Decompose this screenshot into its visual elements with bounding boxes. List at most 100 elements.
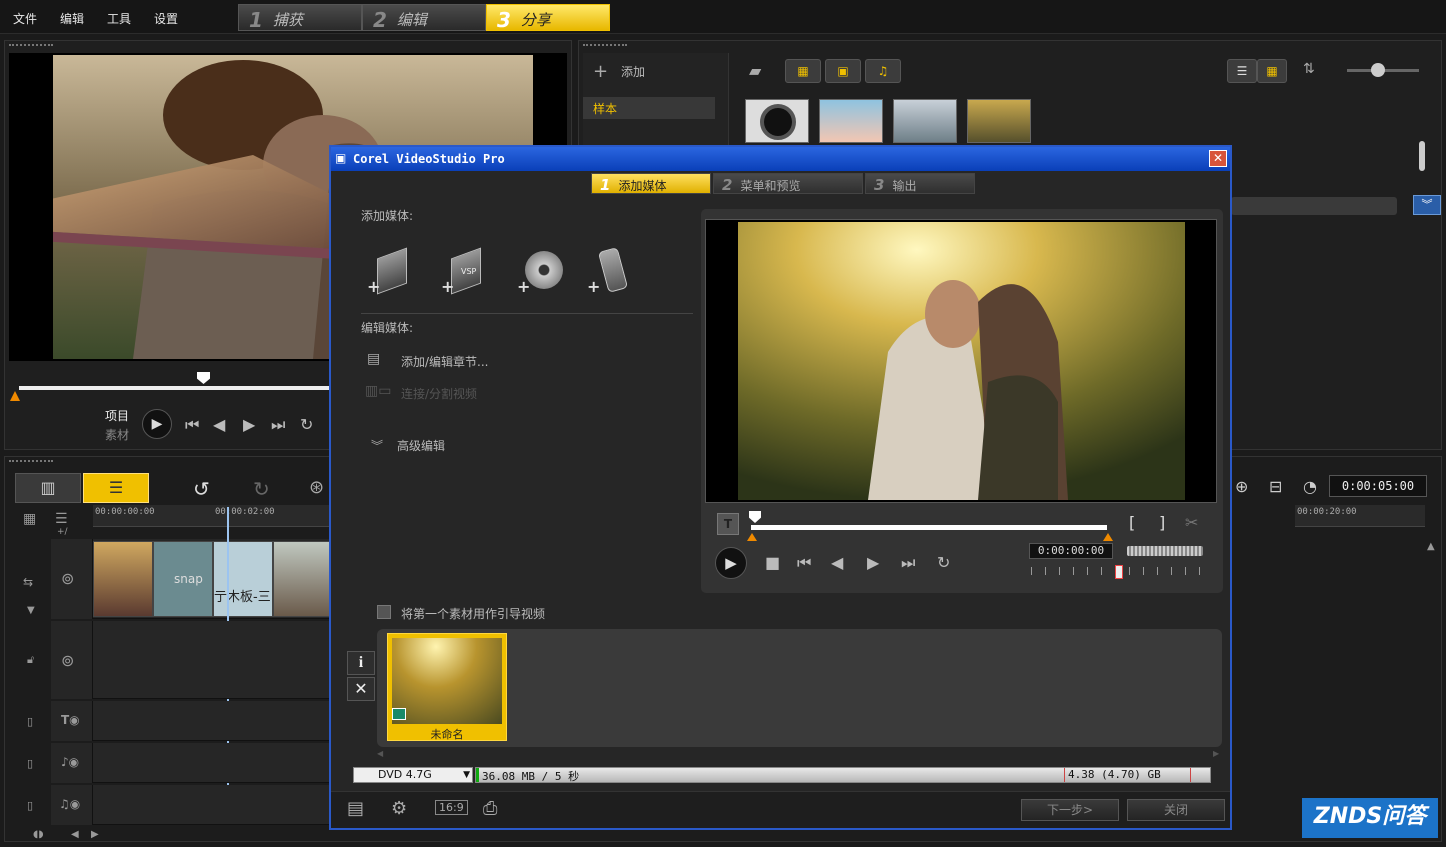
dialog-trim-start[interactable]: [747, 533, 757, 541]
library-item-boat[interactable]: [893, 99, 957, 143]
thumbnail-view-icon[interactable]: ▦: [1257, 59, 1287, 83]
dialog-repeat-icon[interactable]: ↻: [937, 553, 950, 572]
library-folder-sample[interactable]: 样本: [583, 97, 715, 119]
dialog-home-icon[interactable]: ⏮: [797, 553, 811, 573]
timeline-clip-2[interactable]: snap: [153, 541, 213, 617]
chapter-link[interactable]: 添加/编辑章节...: [401, 353, 489, 370]
next-frame-icon[interactable]: ▶: [243, 415, 255, 434]
dialog-tab-output[interactable]: 3 输出: [865, 173, 975, 194]
video-filter-icon[interactable]: ▦: [785, 59, 821, 83]
repeat-icon[interactable]: ↻: [300, 415, 313, 434]
scroll-right-icon[interactable]: ▶: [91, 829, 99, 840]
shuttle-handle[interactable]: [1115, 565, 1123, 579]
zoom-fit-icon[interactable]: ◖◗: [33, 829, 44, 840]
dialog-prev-frame-icon[interactable]: ◀: [831, 553, 843, 572]
scissors-icon[interactable]: ✂: [1185, 513, 1198, 532]
media-clip-item[interactable]: 未命名: [387, 633, 507, 741]
timeline-clip-4[interactable]: [273, 541, 333, 617]
record-icon[interactable]: ⊛: [309, 477, 324, 498]
overlay-add-label[interactable]: +/: [57, 527, 68, 537]
collapse-icon[interactable]: ▼: [27, 605, 35, 616]
project-mode-label[interactable]: 项目: [105, 407, 129, 424]
join-split-link[interactable]: 连接/分割视频: [401, 385, 477, 402]
timeline-view-button[interactable]: ☰: [83, 473, 149, 503]
tray-scroll-left-icon[interactable]: ◀: [377, 749, 383, 758]
settings-gear-icon[interactable]: ⚙: [391, 798, 407, 819]
title-overlay-icon[interactable]: T: [717, 513, 739, 535]
expand-chevron-icon[interactable]: ︾: [371, 437, 383, 454]
menu-file[interactable]: 文件: [13, 10, 37, 27]
project-duration[interactable]: 0:00:05:00: [1329, 475, 1427, 497]
track-visibility-icon[interactable]: ⇆: [23, 575, 33, 589]
clip-mode-label[interactable]: 素材: [105, 426, 129, 443]
stop-icon[interactable]: ■: [765, 553, 780, 572]
scroll-left-icon[interactable]: ◀: [71, 829, 79, 840]
folder-icon[interactable]: ▰: [749, 61, 761, 80]
mark-in-icon[interactable]: [: [1129, 513, 1135, 532]
close-button[interactable]: 关闭: [1127, 799, 1225, 821]
add-video-button[interactable]: +: [367, 247, 415, 296]
title-lock-icon[interactable]: ▯: [27, 715, 33, 728]
delete-clip-button[interactable]: ✕: [347, 677, 375, 701]
library-item-cartoon[interactable]: [819, 99, 883, 143]
add-disc-button[interactable]: +: [517, 247, 565, 296]
dialog-timecode[interactable]: 0:00:00:00: [1029, 543, 1113, 559]
menu-template-icon[interactable]: ▤: [347, 798, 364, 819]
next-button[interactable]: 下一步>: [1021, 799, 1119, 821]
track-manager-icon[interactable]: ▦: [23, 511, 36, 527]
prev-frame-icon[interactable]: ◀: [213, 415, 225, 434]
play-button[interactable]: ▶: [142, 409, 172, 439]
step-edit[interactable]: 2 编辑: [362, 4, 486, 32]
jog-wheel[interactable]: [1127, 546, 1203, 556]
storyboard-view-button[interactable]: ▥: [15, 473, 81, 503]
menu-edit[interactable]: 编辑: [60, 10, 84, 27]
step-capture[interactable]: 1 捕获: [238, 4, 362, 32]
library-scrollbar[interactable]: [1419, 141, 1425, 171]
library-add-label[interactable]: 添加: [621, 63, 645, 80]
scrub-bar[interactable]: [19, 386, 331, 390]
list-view-icon[interactable]: ☰: [1227, 59, 1257, 83]
dialog-scrub-bar[interactable]: [751, 525, 1107, 530]
thumb-size-handle[interactable]: [1371, 63, 1385, 77]
dialog-close-button[interactable]: ✕: [1209, 150, 1227, 167]
advanced-edit-toggle[interactable]: 高级编辑: [397, 437, 445, 454]
trim-start-marker[interactable]: [10, 391, 20, 401]
step-share[interactable]: 3 分享: [486, 4, 610, 32]
menu-tools[interactable]: 工具: [107, 10, 131, 27]
timeline-clip-3[interactable]: 亍木板-三: [213, 541, 273, 617]
end-icon[interactable]: ⏭: [271, 415, 285, 435]
music-lock-icon[interactable]: ▯: [27, 799, 33, 812]
dialog-tab-add-media[interactable]: 1 添加媒体: [591, 173, 711, 194]
lead-video-checkbox[interactable]: [377, 605, 391, 619]
add-vsp-button[interactable]: VSP +: [441, 247, 489, 296]
dialog-play-button[interactable]: ▶: [715, 547, 747, 579]
dialog-end-icon[interactable]: ⏭: [901, 553, 915, 573]
add-icon[interactable]: +: [593, 61, 608, 82]
voice-lock-icon[interactable]: ▯: [27, 757, 33, 770]
tray-scroll-right-icon[interactable]: ▶: [1213, 749, 1219, 758]
library-item-audio[interactable]: [745, 99, 809, 143]
aspect-ratio-icon[interactable]: 16:9: [435, 800, 468, 815]
chapter-list-icon[interactable]: ☰: [55, 511, 68, 527]
duration-icon[interactable]: ◔: [1303, 477, 1317, 496]
undo-icon[interactable]: ↺: [193, 477, 210, 501]
dialog-tab-menu-preview[interactable]: 2 菜单和预览: [713, 173, 863, 194]
add-device-button[interactable]: +: [587, 247, 635, 296]
info-button[interactable]: i: [347, 651, 375, 675]
media-clip-name[interactable]: 未命名: [388, 726, 506, 741]
scroll-up-icon[interactable]: ▲: [1427, 541, 1435, 552]
library-item-couple[interactable]: [967, 99, 1031, 143]
dialog-next-frame-icon[interactable]: ▶: [867, 553, 879, 572]
print-label-icon[interactable]: ⎙: [483, 798, 497, 819]
fit-timeline-icon[interactable]: ⊟: [1269, 477, 1282, 496]
dialog-scrub-handle[interactable]: [749, 511, 761, 523]
home-icon[interactable]: ⏮: [185, 415, 199, 435]
options-expand-icon[interactable]: ︾: [1413, 195, 1441, 215]
menu-settings[interactable]: 设置: [154, 10, 178, 27]
image-filter-icon[interactable]: ▣: [825, 59, 861, 83]
sort-icon[interactable]: ⇅: [1303, 61, 1315, 77]
timeline-clip-1[interactable]: [93, 541, 153, 617]
disc-type-select[interactable]: DVD 4.7G ▼: [353, 767, 473, 783]
redo-icon[interactable]: ↻: [253, 477, 270, 501]
overlay-lock-icon[interactable]: 🔓︎: [27, 653, 34, 667]
